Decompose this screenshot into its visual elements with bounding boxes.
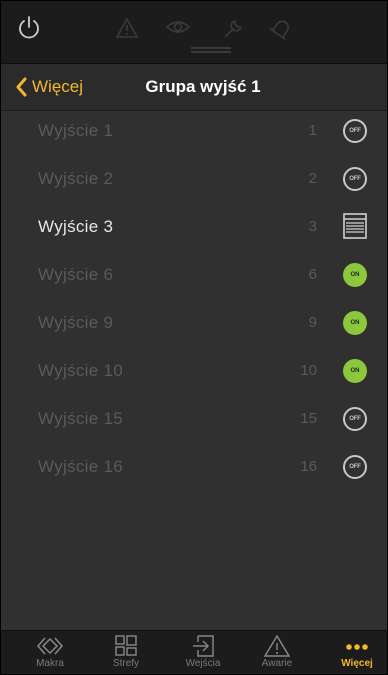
bottom-tab-bar: Makra Strefy Wejścia Awarie Więcej — [1, 630, 387, 674]
bell-off-icon[interactable] — [269, 17, 293, 41]
tab-strefy[interactable]: Strefy — [96, 631, 156, 674]
navigation-bar: Więcej Grupa wyjść 1 — [1, 64, 387, 111]
tab-label: Makra — [36, 658, 64, 669]
eye-icon[interactable] — [165, 17, 191, 37]
outputs-list: Wyjście 1 1 OFF Wyjście 2 2 OFF Wyjście … — [1, 107, 387, 491]
tab-wejscia[interactable]: Wejścia — [173, 631, 233, 674]
on-badge-icon[interactable]: ON — [343, 311, 367, 335]
tab-label: Wejścia — [185, 658, 221, 669]
off-badge-icon[interactable]: OFF — [343, 119, 367, 143]
output-name: Wyjście 10 — [38, 361, 124, 380]
tab-awarie[interactable]: Awarie — [247, 631, 307, 674]
list-item[interactable]: Wyjście 1 1 OFF — [1, 107, 387, 155]
wejscia-icon — [193, 635, 214, 657]
output-number: 10 — [300, 362, 317, 379]
blind-icon[interactable] — [343, 213, 367, 239]
list-item[interactable]: Wyjście 15 15 OFF — [1, 395, 387, 443]
on-badge-icon[interactable]: ON — [343, 263, 367, 287]
page-title: Grupa wyjść 1 — [145, 77, 261, 96]
output-number: 16 — [300, 458, 317, 475]
output-number: 15 — [300, 410, 317, 427]
output-number: 9 — [308, 314, 317, 331]
top-toolbar — [1, 1, 387, 64]
output-name: Wyjście 1 — [38, 121, 114, 140]
output-number: 1 — [308, 122, 317, 139]
tab-label: Strefy — [112, 658, 140, 669]
on-badge-icon[interactable]: ON — [343, 359, 367, 383]
output-name: Wyjście 3 — [38, 217, 114, 236]
drag-handle-icon[interactable] — [189, 47, 233, 53]
output-number: 6 — [308, 266, 317, 283]
tab-makra[interactable]: Makra — [20, 631, 80, 674]
strefy-icon — [115, 635, 137, 656]
list-item[interactable]: Wyjście 6 6 ON — [1, 251, 387, 299]
tab-label: Awarie — [261, 658, 293, 669]
tab-wiecej[interactable]: Więcej — [327, 631, 387, 674]
output-name: Wyjście 16 — [38, 457, 124, 476]
off-badge-icon[interactable]: OFF — [343, 407, 367, 431]
list-item[interactable]: Wyjście 3 3 — [1, 203, 387, 251]
app-screen: Więcej Grupa wyjść 1 Wyjście 1 1 OFF Wyj… — [0, 0, 388, 675]
list-item[interactable]: Wyjście 2 2 OFF — [1, 155, 387, 203]
more-dots-icon — [346, 644, 368, 650]
makra-icon — [37, 637, 63, 655]
awarie-icon — [264, 635, 290, 657]
off-badge-icon[interactable]: OFF — [343, 455, 367, 479]
tab-label: Więcej — [341, 658, 373, 669]
alarm-warning-icon[interactable] — [115, 17, 139, 39]
output-number: 2 — [308, 170, 317, 187]
output-name: Wyjście 15 — [38, 409, 124, 428]
off-badge-icon[interactable]: OFF — [343, 167, 367, 191]
list-item[interactable]: Wyjście 16 16 OFF — [1, 443, 387, 491]
output-number: 3 — [308, 218, 317, 235]
output-name: Wyjście 9 — [38, 313, 114, 332]
output-name: Wyjście 6 — [38, 265, 114, 284]
output-name: Wyjście 2 — [38, 169, 114, 188]
wrench-icon[interactable] — [221, 17, 245, 41]
list-item[interactable]: Wyjście 10 10 ON — [1, 347, 387, 395]
list-item[interactable]: Wyjście 9 9 ON — [1, 299, 387, 347]
power-icon[interactable] — [17, 15, 41, 41]
